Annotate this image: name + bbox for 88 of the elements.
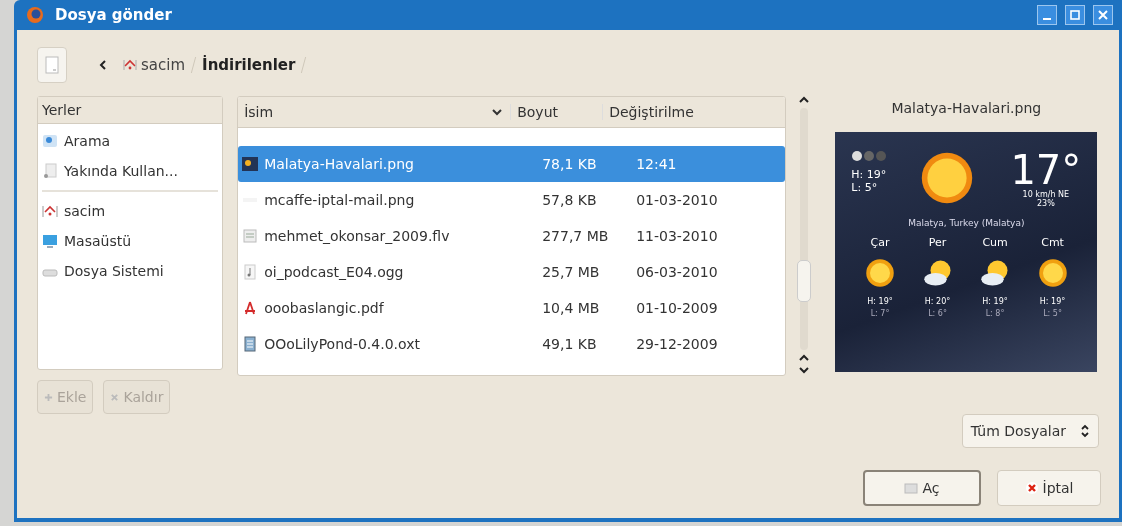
place-item[interactable]: Masaüstü [38,228,223,254]
file-size: 277,7 MB [541,228,610,244]
path-button[interactable]: sacim [121,54,188,76]
place-item[interactable]: Yakında Kullan... [38,158,223,184]
column-header[interactable]: İsim [238,104,493,120]
humidity: 23% [1036,199,1055,208]
file-name: ooobaslangic.pdf [264,300,384,316]
forecast-low: L: 5° [1043,309,1062,318]
cloud-sun-icon [922,258,953,288]
minimize-button[interactable] [1037,5,1057,25]
maximize-icon [1069,9,1081,21]
desktop-place-icon [42,233,58,249]
forecast-high: H: 19° [1039,297,1066,306]
file-name: Malatya-Havalari.png [264,156,414,172]
scroll-down-icon[interactable] [798,366,809,374]
location-label: Malatya, Turkey (Malatya) [907,218,1026,228]
file-size: 25,7 MB [541,264,601,280]
thumb-file-icon [242,156,259,172]
path-button[interactable]: İndirilenler [200,54,298,76]
sort-caret-icon [492,108,503,116]
file-size: 10,4 MB [541,300,601,316]
package-file-icon [242,336,259,352]
preview-filename: Malatya-Havalari.png [891,100,1042,116]
forecast-high: H: 20° [924,297,951,306]
close-icon [1097,9,1109,21]
forecast-low: L: 8° [985,309,1005,318]
audio-file-icon [242,264,259,280]
minimize-icon [1043,18,1051,20]
file-name: OOoLilyPond-0.4.0.oxt [264,336,420,352]
maximize-button[interactable] [1065,5,1085,25]
file-row[interactable]: OOoLilyPond-0.4.0.oxt 49,1 KB 29-12-2009 [238,326,785,362]
file-name: mehmet_okonsar_2009.flv [264,228,450,244]
file-size: 57,8 KB [541,192,598,208]
file-date: 12:41 [635,156,678,172]
sun-icon [1037,258,1068,288]
plus-icon [44,392,53,402]
sun-icon [865,258,896,288]
file-row[interactable]: mcaffe-iptal-mail.png 57,8 KB 01-03-2010 [238,182,785,218]
file-date: 01-10-2009 [635,300,719,316]
document-icon [45,56,59,74]
day-name: Cum [982,236,1008,249]
scroll-up-icon[interactable] [798,354,809,362]
place-item[interactable]: Arama [38,128,223,154]
place-item[interactable]: Dosya Sistemi [38,258,223,284]
video-file-icon [242,228,259,244]
page-dots-icon [851,150,888,162]
place-item[interactable]: sacim [38,198,223,224]
day-name: Cmt [1041,236,1064,249]
wind-speed: 10 km/h NE [1022,190,1070,199]
scroll-up-icon[interactable] [798,96,809,104]
recent-place-icon [42,163,58,179]
file-row[interactable]: oi_podcast_E04.ogg 25,7 MB 06-03-2010 [238,254,785,290]
file-size: 49,1 KB [541,336,598,352]
column-header: Yerler [38,97,223,124]
column-header[interactable]: Değiştirilme [602,104,700,120]
day-name: Per [928,236,947,249]
home-icon [123,58,137,72]
file-date: 06-03-2010 [635,264,719,280]
column-header[interactable]: Boyut [510,104,603,120]
forecast-low: L: 7° [870,309,890,318]
file-date: 11-03-2010 [635,228,719,244]
file-date: 29-12-2009 [635,336,719,352]
forecast-low: L: 6° [928,309,947,318]
cancel-icon [1024,481,1039,495]
day-name: Çar [870,236,890,249]
low-temperature: L: 5° [851,181,879,194]
up-down-arrows-icon [1080,424,1090,438]
high-temperature: H: 19° [851,168,888,181]
window-title: Dosya gönder [55,6,172,24]
file-date: 01-03-2010 [635,192,719,208]
file-row[interactable]: ooobaslangic.pdf 10,4 MB 01-10-2009 [238,290,785,326]
dialog-button[interactable]: Aç [863,470,981,506]
file-name: oi_podcast_E04.ogg [264,264,404,280]
current-temperature: 17° [1010,150,1082,190]
cross-icon [110,392,120,402]
forecast-high: H: 19° [982,297,1008,306]
forecast-high: H: 19° [867,297,893,306]
file-row[interactable]: mehmet_okonsar_2009.flv 277,7 MB 11-03-2010 [238,218,785,254]
scrollbar-thumb[interactable] [796,260,811,302]
dialog-button[interactable]: İptal [997,470,1101,506]
close-button[interactable] [1093,5,1113,25]
app-logo-icon [25,5,45,25]
home-place-icon [42,203,58,219]
search-place-icon [42,133,58,149]
folder-icon [904,481,919,495]
file-name: mcaffe-iptal-mail.png [264,192,415,208]
file-type-dropdown[interactable]: Tüm Dosyalar [961,414,1099,448]
file-size: 78,1 KB [541,156,598,172]
